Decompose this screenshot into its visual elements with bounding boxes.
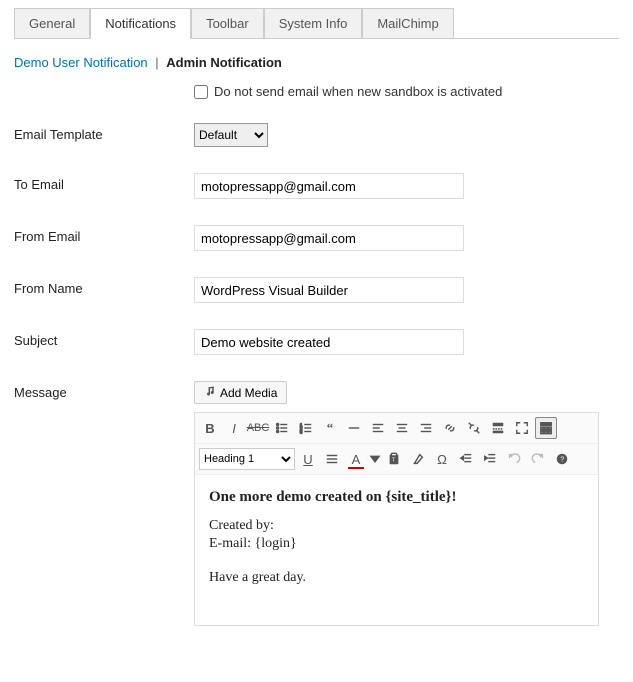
- music-note-icon: [204, 385, 216, 400]
- strikethrough-button[interactable]: ABC: [247, 417, 269, 439]
- message-line-3: Have a great day.: [209, 570, 584, 586]
- sub-nav: Demo User Notification | Admin Notificat…: [14, 55, 619, 70]
- email-template-select[interactable]: Default: [194, 123, 268, 147]
- align-justify-button[interactable]: [321, 448, 343, 470]
- align-right-button[interactable]: [415, 417, 437, 439]
- link-button[interactable]: [439, 417, 461, 439]
- editor-content-area[interactable]: One more demo created on {site_title}! C…: [195, 475, 598, 625]
- subnav-separator: |: [155, 55, 158, 70]
- editor-toolbar-row-2: Heading 1 U A T Ω ?: [195, 444, 598, 475]
- message-line-1: Created by:: [209, 518, 584, 534]
- label-from-email: From Email: [14, 225, 194, 244]
- add-media-label: Add Media: [220, 386, 277, 400]
- toolbar-toggle-button[interactable]: [535, 417, 557, 439]
- text-color-dropdown[interactable]: [369, 448, 381, 470]
- subnav-current-admin-notification: Admin Notification: [166, 55, 282, 70]
- editor-toolbar-row-1: B I ABC 123 “: [195, 413, 598, 444]
- from-email-input[interactable]: [194, 225, 464, 251]
- message-line-2: E-mail: {login}: [209, 536, 584, 552]
- blockquote-button[interactable]: “: [319, 417, 341, 439]
- text-color-button[interactable]: A: [345, 448, 367, 470]
- label-message: Message: [14, 381, 194, 400]
- bold-button[interactable]: B: [199, 417, 221, 439]
- underline-button[interactable]: U: [297, 448, 319, 470]
- align-center-button[interactable]: [391, 417, 413, 439]
- label-subject: Subject: [14, 329, 194, 348]
- tab-system-info[interactable]: System Info: [264, 8, 363, 39]
- bullet-list-button[interactable]: [271, 417, 293, 439]
- undo-button[interactable]: [503, 448, 525, 470]
- to-email-input[interactable]: [194, 173, 464, 199]
- redo-button[interactable]: [527, 448, 549, 470]
- rich-text-editor: B I ABC 123 “: [194, 412, 599, 626]
- do-not-send-label: Do not send email when new sandbox is ac…: [214, 84, 502, 99]
- tab-notifications[interactable]: Notifications: [90, 8, 191, 39]
- notification-form: Do not send email when new sandbox is ac…: [14, 84, 619, 626]
- indent-button[interactable]: [479, 448, 501, 470]
- message-heading: One more demo created on {site_title}!: [209, 489, 584, 506]
- label-email-template: Email Template: [14, 123, 194, 142]
- tabs-bar: General Notifications Toolbar System Inf…: [14, 8, 619, 39]
- label-to-email: To Email: [14, 173, 194, 192]
- fullscreen-button[interactable]: [511, 417, 533, 439]
- italic-button[interactable]: I: [223, 417, 245, 439]
- align-left-button[interactable]: [367, 417, 389, 439]
- unlink-button[interactable]: [463, 417, 485, 439]
- svg-text:?: ?: [560, 457, 564, 464]
- add-media-button[interactable]: Add Media: [194, 381, 287, 404]
- do-not-send-checkbox[interactable]: [194, 85, 208, 99]
- horizontal-rule-button[interactable]: [343, 417, 365, 439]
- label-from-name: From Name: [14, 277, 194, 296]
- tab-mailchimp[interactable]: MailChimp: [362, 8, 453, 39]
- subnav-link-user-notification[interactable]: Demo User Notification: [14, 55, 148, 70]
- help-button[interactable]: ?: [551, 448, 573, 470]
- from-name-input[interactable]: [194, 277, 464, 303]
- clear-formatting-button[interactable]: [407, 448, 429, 470]
- special-char-button[interactable]: Ω: [431, 448, 453, 470]
- svg-text:3: 3: [300, 429, 303, 434]
- numbered-list-button[interactable]: 123: [295, 417, 317, 439]
- paste-text-button[interactable]: T: [383, 448, 405, 470]
- format-select[interactable]: Heading 1: [199, 448, 295, 470]
- outdent-button[interactable]: [455, 448, 477, 470]
- subject-input[interactable]: [194, 329, 464, 355]
- tab-toolbar[interactable]: Toolbar: [191, 8, 264, 39]
- tab-general[interactable]: General: [14, 8, 90, 39]
- read-more-button[interactable]: [487, 417, 509, 439]
